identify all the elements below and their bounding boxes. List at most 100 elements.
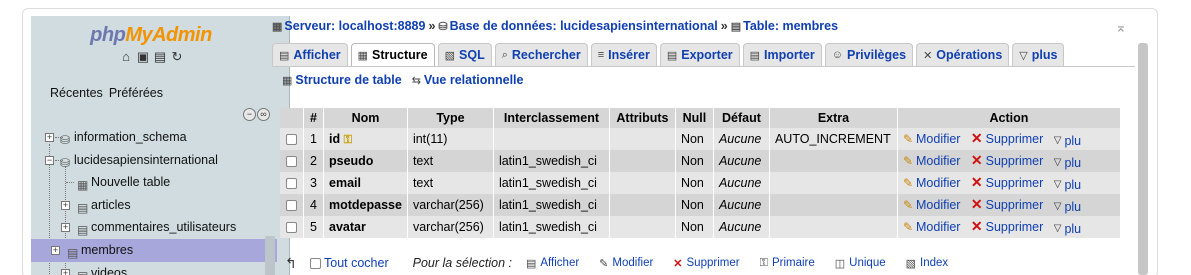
row-checkbox[interactable] [286, 178, 297, 190]
collapse-all-icon[interactable]: − [243, 108, 256, 121]
more-button[interactable]: ▽ plu [1054, 222, 1081, 236]
row-checkbox[interactable] [286, 134, 297, 146]
tab-operations[interactable]: ✕ Opérations [916, 43, 1010, 66]
tab-inserer[interactable]: ≡ Insérer [590, 43, 657, 66]
bulk-index-button[interactable]: ▧ Index [906, 257, 949, 270]
tree-item-commentaires-utilisateurs[interactable]: + ▤ commentaires_utilisateurs [41, 216, 287, 239]
tree-item-new-table[interactable]: ▦ Nouvelle table [41, 171, 287, 194]
bulk-modify-button[interactable]: ✎ Modifier [599, 257, 653, 270]
modify-button[interactable]: ✎ Modifier [903, 220, 961, 234]
column-extra [769, 172, 898, 194]
column-default: Aucune [713, 128, 770, 150]
privileges-icon: ☺ [831, 49, 843, 61]
modify-button[interactable]: ✎ Modifier [903, 198, 961, 212]
delete-button[interactable]: ✕ Supprimer [971, 174, 1043, 191]
tab-recent[interactable]: Récentes [50, 86, 103, 100]
tab-favorites[interactable]: Préférées [109, 86, 163, 100]
tab-exporter[interactable]: ▤ Exporter [659, 43, 740, 66]
modify-button[interactable]: ✎ Modifier [903, 154, 961, 168]
more-button[interactable]: ▽ plu [1054, 156, 1081, 170]
row-checkbox-cell [280, 216, 304, 238]
link-relation-view[interactable]: ⇆ Vue relationnelle [412, 73, 524, 87]
tab-plus[interactable]: ▽ plus [1012, 43, 1065, 66]
sub-navigation: ▦ Structure de table ⇆ Vue relationnelle [282, 73, 523, 87]
export-icon: ▤ [666, 49, 678, 62]
documentation-icon[interactable]: ▤ [153, 50, 167, 64]
check-all-checkbox[interactable] [310, 257, 321, 269]
column-collation: latin1_swedish_ci [493, 194, 610, 216]
modify-button[interactable]: ✎ Modifier [903, 176, 961, 190]
bulk-delete-button[interactable]: ✕ Supprimer [673, 257, 739, 270]
column-extra [769, 194, 898, 216]
header-type[interactable]: Type [407, 108, 494, 128]
link-table-structure[interactable]: ▦ Structure de table [282, 73, 402, 87]
reload-icon[interactable]: ↻ [170, 50, 184, 64]
bulk-browse-button[interactable]: ▤ Afficher [526, 257, 579, 270]
pencil-icon: ✎ [902, 154, 914, 169]
bulk-primary-button[interactable]: ⚿ Primaire [760, 257, 815, 270]
delete-button[interactable]: ✕ Supprimer [971, 130, 1043, 147]
delete-button[interactable]: ✕ Supprimer [971, 218, 1043, 235]
expand-icon[interactable]: + [51, 245, 60, 255]
row-number: 5 [304, 216, 324, 238]
bulk-actions-bar: ↰ Tout cocher Pour la sélection : ▤ Affic… [280, 253, 948, 273]
tab-sql[interactable]: ▧ SQL [437, 43, 492, 66]
row-checkbox[interactable] [286, 156, 297, 168]
check-all-link[interactable]: Tout cocher [324, 256, 389, 270]
tab-structure[interactable]: ▦ Structure [350, 43, 435, 66]
home-icon[interactable]: ⌂ [119, 50, 133, 64]
header-extra[interactable]: Extra [769, 108, 898, 128]
header-number[interactable]: # [304, 108, 324, 128]
bulk-unique-button[interactable]: ◫ Unique [835, 257, 886, 270]
tree-item-videos[interactable]: + ▤ videos [41, 262, 287, 275]
more-button[interactable]: ▽ plu [1054, 178, 1081, 192]
phpmyadmin-logo[interactable]: phpMyAdmin [31, 24, 271, 47]
pencil-icon: ✎ [902, 198, 914, 213]
more-button[interactable]: ▽ plu [1054, 200, 1081, 214]
main-scrollbar[interactable] [1138, 43, 1148, 275]
index-icon: ▧ [905, 257, 917, 270]
breadcrumb-table[interactable]: Table: membres [743, 19, 838, 33]
tab-afficher[interactable]: ▤ Afficher [272, 43, 348, 66]
column-attributes [609, 216, 676, 238]
column-name-cell: id ⚿ [324, 128, 408, 150]
column-type: varchar(256) [407, 216, 494, 238]
header-name[interactable]: Nom [324, 108, 408, 128]
breadcrumb-server[interactable]: Serveur: localhost:8889 [284, 19, 425, 33]
row-checkbox[interactable] [286, 222, 297, 234]
expand-icon[interactable]: + [61, 223, 70, 233]
header-collation[interactable]: Interclassement [493, 108, 610, 128]
header-default[interactable]: Défaut [713, 108, 770, 128]
delete-button[interactable]: ✕ Supprimer [971, 152, 1043, 169]
more-button[interactable]: ▽ plu [1054, 134, 1081, 148]
collapse-icon[interactable]: − [45, 155, 54, 165]
expand-icon[interactable]: + [61, 268, 70, 275]
modify-button[interactable]: ✎ Modifier [903, 132, 961, 146]
tab-privileges[interactable]: ☺ Privilèges [824, 43, 914, 66]
tab-rechercher[interactable]: ⌕ Rechercher [494, 43, 588, 66]
link-with-main-icon[interactable]: ∞ [257, 108, 270, 121]
column-extra [769, 216, 898, 238]
column-type: text [407, 172, 494, 194]
header-null[interactable]: Null [675, 108, 714, 128]
phpmyadmin-window: phpMyAdmin ⌂ ▣ ▤ ↻ Récentes Préférées − … [22, 8, 1158, 275]
table-row: 4 motdepasse varchar(256) latin1_swedish… [280, 194, 1121, 216]
expand-icon[interactable]: + [61, 200, 70, 210]
tab-importer[interactable]: ▤ Importer [742, 43, 822, 66]
row-checkbox[interactable] [286, 200, 297, 212]
delete-icon: ✕ [673, 257, 683, 270]
expand-icon[interactable]: + [45, 133, 54, 142]
tree-item-membres[interactable]: + ▤ membres [31, 238, 277, 262]
tree-item-information-schema[interactable]: + ⛁ information_schema [41, 126, 287, 149]
header-attributes[interactable]: Attributs [609, 108, 676, 128]
column-name: email [324, 172, 408, 194]
breadcrumb-database[interactable]: Base de données: lucidesapiensinternatio… [450, 19, 718, 33]
tab-divider [272, 66, 1135, 67]
collapse-top-icon[interactable]: ⌅ [1115, 19, 1127, 36]
operations-icon: ✕ [923, 49, 933, 62]
primary-key-icon: ⚿ [343, 133, 352, 146]
query-window-icon[interactable]: ▣ [136, 50, 150, 64]
tree-item-lucidesapiensinternational[interactable]: − ⛁ lucidesapiensinternational [41, 149, 287, 172]
tree-item-articles[interactable]: + ▤ articles [41, 194, 287, 217]
delete-button[interactable]: ✕ Supprimer [971, 196, 1043, 213]
